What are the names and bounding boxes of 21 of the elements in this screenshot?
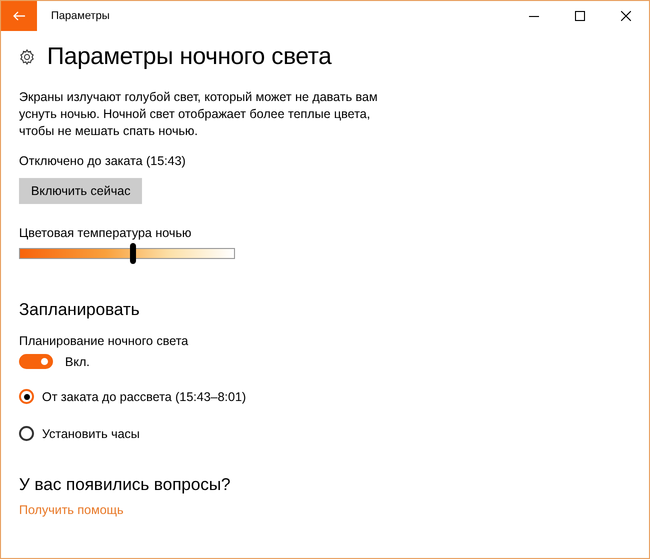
help-title: У вас появились вопросы? [19,475,231,495]
section-title: Запланировать [19,300,140,320]
toggle-label: Вкл. [65,354,90,368]
maximize-icon [575,11,585,21]
schedule-toggle[interactable] [19,354,53,369]
temperature-label: Цветовая температура ночью [19,226,192,240]
page-title: Параметры ночного света [47,43,332,71]
back-arrow-icon [13,11,25,21]
turn-on-now-button[interactable]: Включить сейчас [19,178,142,204]
radio-button[interactable] [19,389,34,404]
slider-thumb[interactable] [130,243,136,264]
gear-icon [19,49,35,65]
close-icon [621,11,631,21]
radio-label: Установить часы [42,426,140,440]
temperature-slider[interactable] [19,243,235,264]
schedule-label: Планирование ночного света [19,334,188,348]
window-title: Параметры [51,10,111,22]
status-text: Отключено до заката (15:43) [19,154,186,168]
radio-button[interactable] [19,426,34,441]
radio-label: От заката до рассвета (15:43–8:01) [42,390,246,404]
description-text: Экраны излучают голубой свет, который может не давать вам уснуть ночью. Ночной свет отображает более теплые цвета, чтобы не мешать спать ночью. [19,89,379,140]
